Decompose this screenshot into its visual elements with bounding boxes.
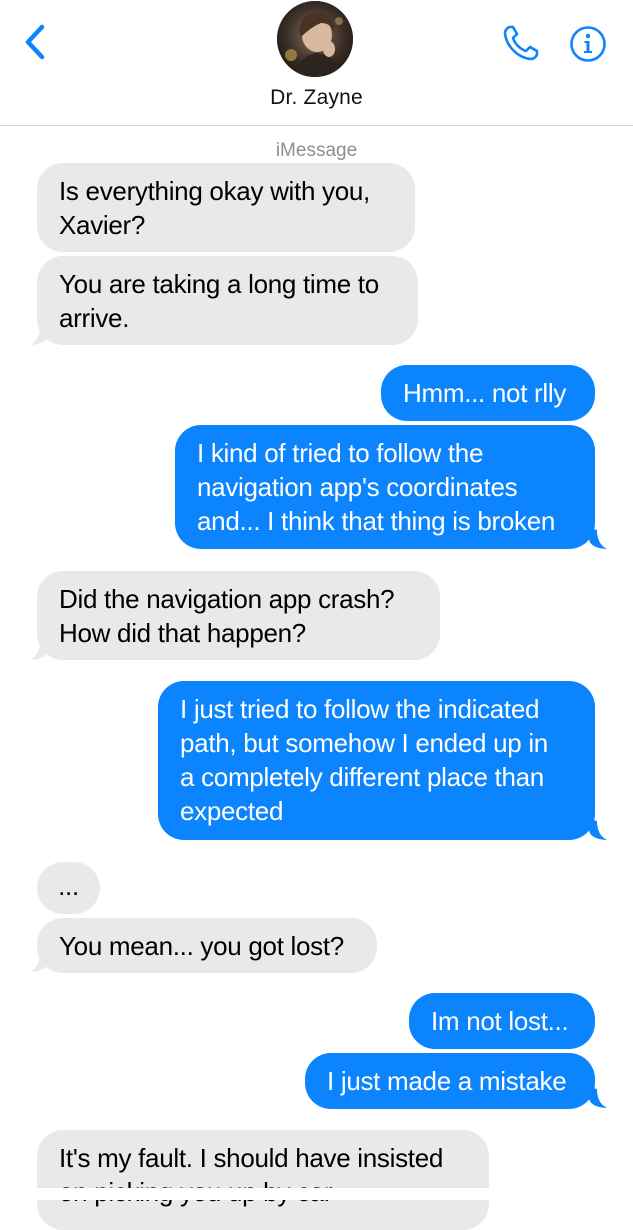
message-text: I kind of tried to follow the: [197, 438, 484, 468]
bubble-tail: [30, 324, 48, 345]
message-text: Xavier?: [59, 210, 146, 240]
message-text: Im not lost...: [431, 1006, 569, 1036]
bubble-tail: [589, 1087, 607, 1108]
message-text: path, but somehow I ended up in: [180, 728, 548, 758]
info-icon: [570, 26, 606, 62]
message-bubble-incoming[interactable]: Did the navigation app crash? How did th…: [37, 571, 440, 660]
message-text: a completely different place than: [180, 762, 544, 792]
message-text: I just tried to follow the indicated: [180, 694, 540, 724]
contact-name[interactable]: Dr. Zayne: [0, 86, 633, 110]
message-text: arrive.: [59, 303, 130, 333]
contact-avatar[interactable]: [277, 1, 353, 77]
message-text: I just made a mistake: [327, 1066, 567, 1096]
message-bubble-outgoing[interactable]: I just made a mistake: [305, 1053, 595, 1109]
message-text: ...: [58, 871, 79, 901]
message-text: How did that happen?: [59, 618, 306, 648]
message-bubble-incoming[interactable]: It's my fault. I should have insisted on…: [37, 1130, 489, 1230]
message-text: Did the navigation app crash?: [59, 584, 395, 614]
bubble-tail: [30, 639, 48, 660]
message-text: and... I think that thing is broken: [197, 506, 556, 536]
screen-bottom-edge: [0, 1188, 633, 1200]
message-text: Is everything okay with you,: [59, 176, 370, 206]
bubble-tail: [589, 819, 607, 840]
message-text: It's my fault. I should have insisted: [59, 1143, 444, 1173]
phone-icon: [503, 25, 539, 61]
bubble-tail: [30, 951, 48, 972]
message-bubble-outgoing[interactable]: I just tried to follow the indicated pat…: [158, 681, 595, 840]
service-label: iMessage: [275, 140, 358, 161]
message-text: expected: [180, 796, 284, 826]
message-text: You mean... you got lost?: [59, 931, 344, 961]
message-bubble-outgoing[interactable]: Im not lost...: [409, 993, 595, 1049]
bubble-tail: [589, 528, 607, 549]
message-text: Hmm... not rlly: [403, 378, 567, 408]
back-button[interactable]: [18, 22, 58, 62]
chevron-left-icon: [25, 24, 45, 60]
info-button[interactable]: [569, 25, 607, 63]
call-button[interactable]: [500, 22, 542, 64]
message-text: You are taking a long time to: [59, 269, 379, 299]
message-bubble-incoming[interactable]: ...: [37, 862, 100, 914]
avatar-image: [277, 1, 353, 77]
message-bubble-outgoing[interactable]: I kind of tried to follow the navigation…: [175, 425, 595, 549]
conversation-header: Dr. Zayne: [0, 0, 633, 126]
message-bubble-incoming[interactable]: Is everything okay with you, Xavier?: [37, 163, 415, 252]
message-bubble-outgoing[interactable]: Hmm... not rlly: [381, 365, 595, 421]
message-text: navigation app's coordinates: [197, 472, 518, 502]
message-bubble-incoming[interactable]: You are taking a long time to arrive.: [37, 256, 418, 345]
message-bubble-incoming[interactable]: You mean... you got lost?: [37, 918, 377, 973]
